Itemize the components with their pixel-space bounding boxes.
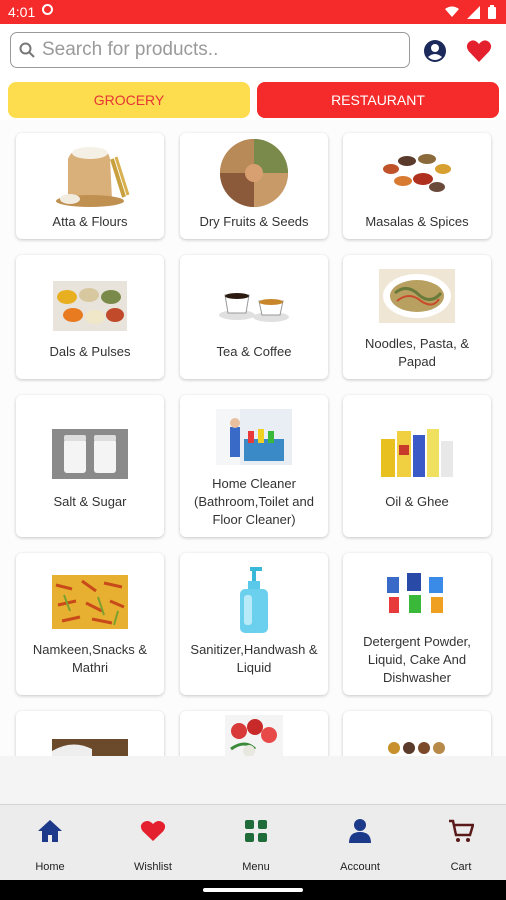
category-label: Home Cleaner (Bathroom,Toilet and Floor …	[194, 476, 314, 527]
rice-sack-image	[52, 739, 128, 756]
bottom-navigation: Home Wishlist Menu Account Cart	[0, 804, 506, 881]
category-card[interactable]: Dry Fruits & Seeds	[180, 133, 328, 239]
category-grid: Atta & Flours Dry Fruits & Seeds Masalas…	[0, 120, 506, 756]
category-card[interactable]: Detergent Powder, Liquid, Cake And Dishw…	[343, 553, 491, 695]
category-card[interactable]: Dals & Pulses	[16, 255, 164, 379]
nav-cart-label: Cart	[450, 861, 472, 873]
nav-wishlist-label: Wishlist	[134, 861, 172, 873]
category-card[interactable]: Masalas & Spices	[343, 133, 491, 239]
tab-grocery[interactable]: GROCERY	[8, 82, 250, 118]
category-card[interactable]	[343, 711, 491, 756]
signal-icon	[467, 5, 480, 19]
search-icon	[19, 42, 35, 58]
salt-sugar-jars-image	[52, 429, 128, 479]
search-input[interactable]: Search for products..	[10, 32, 410, 68]
header: Search for products.. GROCERY RESTAURANT	[0, 24, 506, 120]
category-card[interactable]: Sanitizer,Handwash & Liquid	[180, 553, 328, 695]
category-card[interactable]	[16, 711, 164, 756]
category-label: Noodles, Pasta, & Papad	[364, 336, 470, 369]
category-card[interactable]: Namkeen,Snacks & Mathri	[16, 553, 164, 695]
nav-wishlist[interactable]: Wishlist	[113, 815, 193, 873]
wifi-icon	[445, 6, 459, 17]
category-card[interactable]: Atta & Flours	[16, 133, 164, 239]
category-label: Detergent Powder, Liquid, Cake And Dishw…	[363, 634, 471, 685]
category-label: Tea & Coffee	[216, 344, 292, 359]
oil-bottles-image	[381, 429, 453, 477]
category-label: Salt & Sugar	[53, 494, 127, 509]
category-label: Namkeen,Snacks & Mathri	[32, 642, 148, 675]
detergent-packs-image	[387, 573, 443, 613]
system-navigation-bar	[0, 880, 506, 900]
fresh-fruits-image	[225, 715, 283, 756]
status-time: 4:01	[8, 4, 36, 20]
nav-account-label: Account	[340, 861, 380, 873]
category-card[interactable]: Salt & Sugar	[16, 395, 164, 537]
nav-menu[interactable]: Menu	[216, 815, 296, 873]
settings-status-icon	[42, 4, 53, 15]
nav-account[interactable]: Account	[320, 815, 400, 873]
tea-coffee-cups-image	[219, 293, 289, 322]
flour-sack-image	[56, 147, 130, 207]
category-card[interactable]	[180, 711, 328, 756]
category-label: Oil & Ghee	[385, 494, 449, 509]
grid-icon	[245, 820, 267, 842]
category-label: Sanitizer,Handwash & Liquid	[190, 642, 318, 675]
heart-icon	[140, 821, 166, 841]
handwash-bottle-image	[240, 567, 268, 633]
spices-bowls-image	[383, 154, 451, 192]
category-label: Dals & Pulses	[49, 344, 131, 359]
category-label: Masalas & Spices	[365, 214, 469, 229]
category-card[interactable]: Tea & Coffee	[180, 255, 328, 379]
tab-restaurant[interactable]: RESTAURANT	[257, 82, 499, 118]
home-icon	[38, 820, 62, 842]
dals-bowls-image	[53, 281, 127, 331]
search-placeholder: Search for products..	[42, 39, 219, 60]
biscuits-image	[388, 742, 445, 754]
wishlist-heart-icon[interactable]	[466, 39, 492, 63]
person-icon	[349, 819, 371, 843]
status-bar: 4:01	[0, 0, 506, 24]
nav-cart[interactable]: Cart	[421, 815, 501, 873]
home-cleaner-image	[216, 409, 292, 465]
status-icons	[445, 5, 496, 19]
category-label: Atta & Flours	[52, 214, 128, 229]
category-label: Dry Fruits & Seeds	[199, 214, 309, 229]
category-card[interactable]: Oil & Ghee	[343, 395, 491, 537]
account-icon[interactable]	[423, 39, 447, 63]
home-gesture-handle[interactable]	[203, 888, 303, 892]
dry-fruits-platter-image	[220, 139, 288, 207]
category-card[interactable]: Home Cleaner (Bathroom,Toilet and Floor …	[180, 395, 328, 537]
nav-home[interactable]: Home	[10, 815, 90, 873]
namkeen-snacks-image	[52, 575, 128, 629]
battery-icon	[488, 5, 496, 19]
cart-icon	[449, 819, 474, 842]
nav-home-label: Home	[35, 861, 65, 873]
noodles-plate-image	[379, 269, 455, 323]
category-card[interactable]: Noodles, Pasta, & Papad	[343, 255, 491, 379]
nav-menu-label: Menu	[242, 861, 270, 873]
